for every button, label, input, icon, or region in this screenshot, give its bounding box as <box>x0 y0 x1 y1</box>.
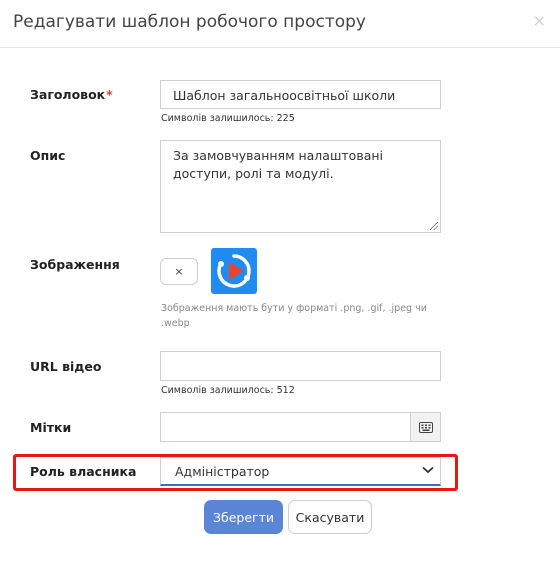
video-url-input[interactable] <box>160 351 441 381</box>
play-logo-icon <box>217 254 251 288</box>
title-chars-left: Символів залишилось: 225 <box>161 113 295 124</box>
cancel-button[interactable]: Скасувати <box>288 500 372 534</box>
image-thumbnail <box>211 248 257 294</box>
description-textarea[interactable]: За замовчуванням налаштовані доступи, ро… <box>160 140 441 233</box>
required-mark: * <box>106 87 113 102</box>
close-icon[interactable]: × <box>533 11 546 30</box>
remove-image-button[interactable]: × <box>160 258 198 285</box>
title-label: Заголовок* <box>30 87 113 102</box>
save-button[interactable]: Зберегти <box>204 500 283 534</box>
image-label: Зображення <box>30 257 120 272</box>
tags-field <box>160 412 441 442</box>
tags-label: Мітки <box>30 420 72 435</box>
image-format-hint: Зображення мають бути у форматі .png, .g… <box>161 303 427 329</box>
title-label-text: Заголовок <box>30 87 106 102</box>
video-url-chars-left: Символів залишилось: 512 <box>161 385 295 396</box>
description-label: Опис <box>30 148 66 163</box>
keyboard-icon <box>418 421 433 433</box>
edit-workspace-template-modal: Редагувати шаблон робочого простору × За… <box>0 0 560 569</box>
tags-input[interactable] <box>161 413 411 441</box>
modal-title: Редагувати шаблон робочого простору <box>13 12 366 32</box>
close-icon: × <box>174 265 184 278</box>
title-input[interactable]: Шаблон загальноосвітньої школи <box>160 80 441 109</box>
video-url-label: URL відео <box>30 359 102 374</box>
modal-header: Редагувати шаблон робочого простору × <box>0 0 560 48</box>
tags-picker-button[interactable] <box>410 413 440 441</box>
resize-handle[interactable] <box>430 222 438 230</box>
owner-role-highlight-box <box>13 454 458 491</box>
description-text: За замовчуванням налаштовані доступи, ро… <box>173 148 383 181</box>
